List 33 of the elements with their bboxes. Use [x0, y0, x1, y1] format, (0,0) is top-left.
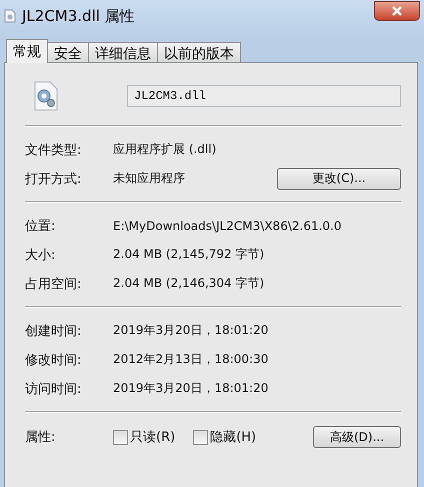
change-button[interactable]: 更改(C)... [277, 168, 401, 190]
field-label: 打开方式: [25, 170, 82, 188]
field-label: 占用空间: [25, 276, 82, 292]
field-value: 应用程序扩展 (.dll) [113, 141, 218, 158]
field-label: 访问时间: [25, 380, 82, 398]
field-label: 位置: [25, 218, 56, 234]
checkbox-label: 隐藏(H) [210, 429, 256, 446]
close-icon [390, 5, 404, 17]
field-value: 未知应用程序 [113, 170, 186, 187]
advanced-button[interactable]: 高级(D)... [313, 426, 401, 448]
window-title: JL2CM3.dll 属性 [22, 6, 135, 26]
tab[interactable]: 以前的版本 [157, 42, 241, 62]
field-label: 文件类型: [25, 142, 82, 158]
field-label: 创建时间: [25, 322, 82, 340]
field-value: E:\MyDownloads\JL2CM3\X86\2.61.0.0 [113, 218, 342, 232]
file-icon [4, 9, 16, 23]
close-button[interactable] [374, 1, 420, 21]
file-name-field[interactable]: JL2CM3.dll [127, 85, 401, 107]
field-value: 2019年3月20日，18:01:20 [113, 322, 270, 339]
gear-file-icon [33, 81, 59, 111]
checkbox[interactable] [193, 430, 208, 444]
field-value: 2.04 MB (2,145,792 字节) [113, 246, 266, 263]
tab[interactable]: 常规 [6, 39, 48, 63]
field-label: 属性: [25, 429, 56, 446]
tab[interactable]: 安全 [47, 42, 89, 62]
field-value: 2.04 MB (2,146,304 字节) [113, 275, 266, 292]
field-label: 修改时间: [25, 352, 82, 368]
checkbox-label: 只读(R) [130, 429, 176, 446]
checkbox[interactable] [113, 430, 128, 444]
field-label: 大小: [25, 246, 56, 264]
tab[interactable]: 详细信息 [88, 42, 158, 62]
field-value: 2012年2月13日，18:00:30 [113, 351, 270, 368]
field-value: 2019年3月20日，18:01:20 [113, 380, 270, 397]
